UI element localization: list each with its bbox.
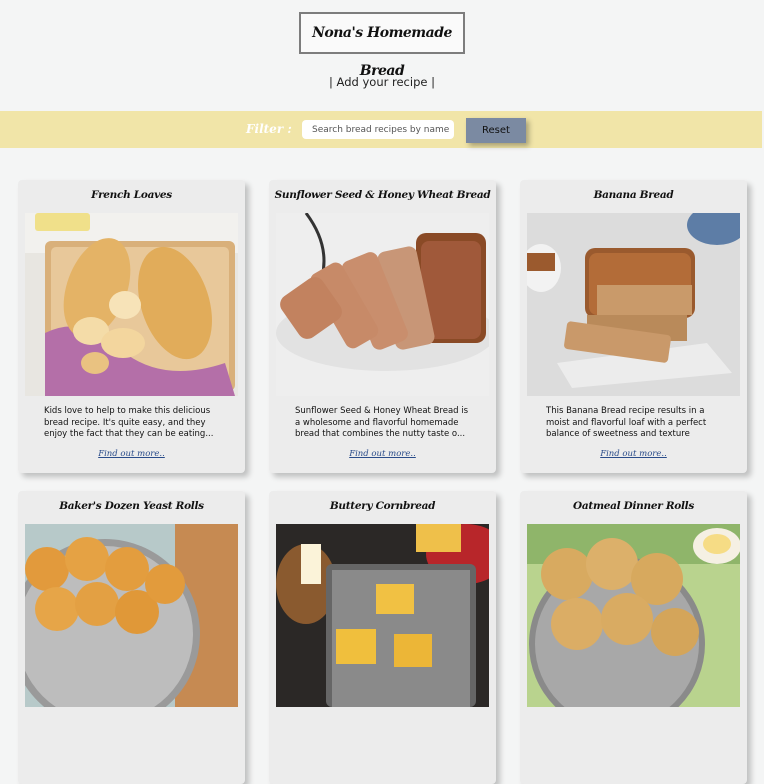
card-title: Baker's Dozen Yeast Rolls [59,500,204,512]
filter-label: Filter : [246,122,292,136]
header: Nona's Homemade Bread [0,12,764,79]
site-title: Nona's Homemade Bread [299,12,465,79]
wheat-bread-image [276,213,489,396]
recipe-card: French Loaves Kids love to help to make … [18,180,245,473]
card-description: Kids love to help to make this delicious… [44,406,214,439]
search-input[interactable] [302,120,454,139]
reset-button[interactable]: Reset [466,118,526,143]
nav: | Add your recipe | [0,75,764,89]
french-loaves-image [25,213,238,396]
card-description: This Banana Bread recipe results in a mo… [546,406,707,439]
find-out-more-link[interactable]: Find out more.. [520,449,747,459]
find-out-more-link[interactable]: Find out more.. [18,449,245,459]
add-recipe-link[interactable]: | Add your recipe | [329,75,435,89]
banana-bread-image [527,213,740,396]
recipe-card: Oatmeal Dinner Rolls [520,491,747,784]
recipe-card: Baker's Dozen Yeast Rolls [18,491,245,784]
cornbread-image [276,524,489,707]
card-title: Banana Bread [593,189,674,201]
card-title: Oatmeal Dinner Rolls [573,500,694,512]
card-title: French Loaves [91,189,172,201]
filter-bar: Filter : Reset [0,111,762,148]
recipe-grid: French Loaves Kids love to help to make … [18,180,748,784]
card-title: Buttery Cornbread [329,500,436,512]
find-out-more-link[interactable]: Find out more.. [269,449,496,459]
recipe-card: Sunflower Seed & Honey Wheat Bread Sunfl… [269,180,496,473]
recipe-card: Buttery Cornbread [269,491,496,784]
card-title: Sunflower Seed & Honey Wheat Bread [274,189,491,201]
dinner-rolls-image [527,524,740,707]
yeast-rolls-image [25,524,238,707]
card-description: Sunflower Seed & Honey Wheat Bread is a … [295,406,469,439]
recipe-card: Banana Bread This Banana Bread recipe re… [520,180,747,473]
